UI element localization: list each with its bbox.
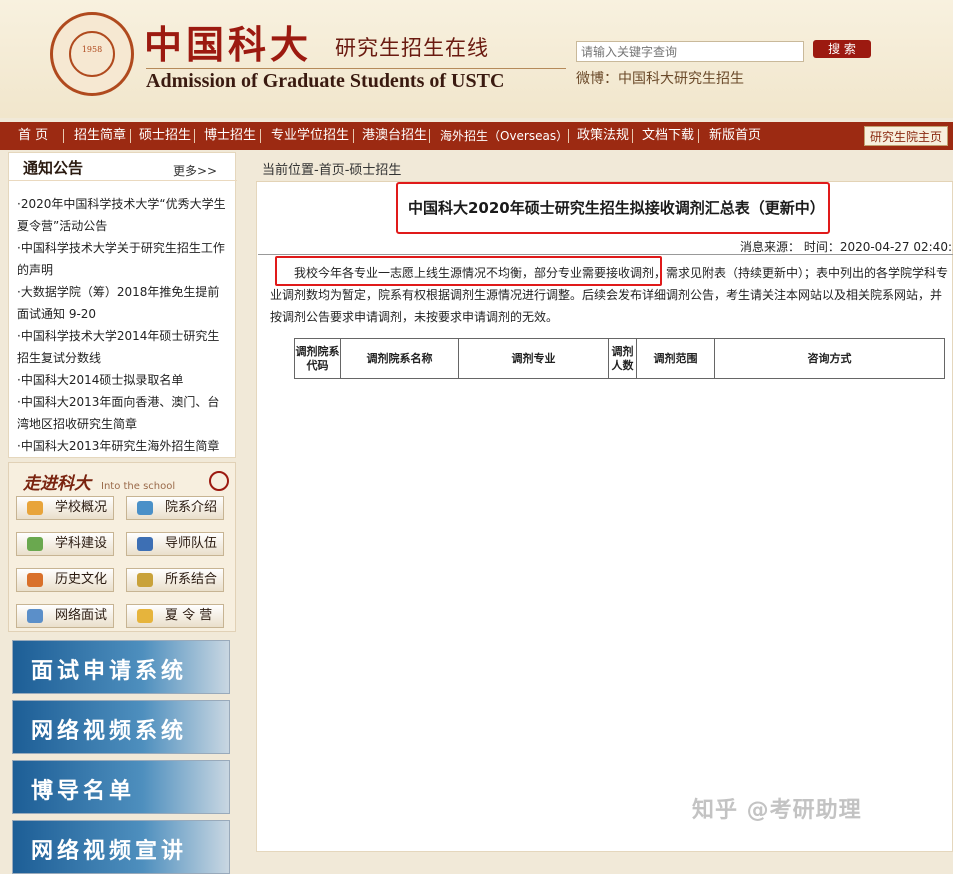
nav-overseas[interactable]: 海外招生（Overseas） [440,122,568,150]
col-major: 调剂专业 [458,338,609,379]
school-overview-button[interactable]: 学校概况 [16,496,114,520]
enter-school-title: 走进科大 [23,474,91,494]
departments-button[interactable]: 院系介绍 [126,496,224,520]
globe-icon [137,501,153,515]
notepad-icon [27,537,43,551]
ustc-logo[interactable]: 1958 [50,12,134,96]
notice-item[interactable]: ·中国科大2014硕士拟录取名单 [17,369,231,391]
col-scope: 调剂范围 [636,338,715,379]
logo-inner-ring [69,31,115,77]
monitor-icon [27,609,43,623]
article-title: 中国科大2020年硕士研究生招生拟接收调剂汇总表（更新中） [408,199,825,217]
seal-icon [209,471,229,491]
notice-item[interactable]: ·中国科大2013年研究生海外招生简章 [17,435,231,457]
weibo-link[interactable]: 微博：中国科大研究生招生 [576,68,744,88]
nav-separator [429,129,430,143]
discipline-button[interactable]: 学科建设 [16,532,114,556]
notice-item[interactable]: ·2020年中国科学技术大学“优秀大学生夏令营”活动公告 [17,193,231,237]
nav-separator [130,129,131,143]
summer-camp-button[interactable]: 夏 令 营 [126,604,224,628]
notice-item[interactable]: ·中国科学技术大学2014年硕士研究生招生复试分数线 [17,325,231,369]
board-icon [137,537,153,551]
intro-highlight-box [275,256,662,286]
breadcrumb: 当前位置-首页-硕士招生 [256,160,953,182]
online-interview-button[interactable]: 网络面试 [16,604,114,628]
site-subtitle-cn: 研究生招生在线 [335,36,489,60]
nav-separator [353,129,354,143]
meta-divider [258,254,953,255]
nav-separator [698,129,699,143]
button-label: 学校概况 [55,500,108,515]
interview-system-banner[interactable]: 面试申请系统 [12,640,230,694]
person-icon [27,501,43,515]
notice-item[interactable]: ·中国科学技术大学关于研究生招生工作的声明 [17,237,231,281]
col-code: 调剂院系代码 [294,338,341,379]
nav-hk-macao-taiwan[interactable]: 港澳台招生 [362,122,427,150]
notice-item[interactable]: ·大数据学院（筹）2018年推免生提前面试通知 9-20 [17,281,231,325]
col-count: 调剂人数 [608,338,637,379]
header-divider [146,68,566,69]
video-system-banner[interactable]: 网络视频系统 [12,700,230,754]
notice-title: 通知公告 [23,159,84,177]
button-label: 院系介绍 [165,500,218,515]
video-presentation-banner[interactable]: 网络视频宣讲 [12,820,230,874]
button-label: 导师队伍 [165,536,218,551]
faculty-button[interactable]: 导师队伍 [126,532,224,556]
nav-home[interactable]: 首 页 [18,122,48,150]
chart-icon [137,573,153,587]
nav-professional-degree[interactable]: 专业学位招生 [271,122,349,150]
article-title-box: 中国科大2020年硕士研究生招生拟接收调剂汇总表（更新中） [396,182,830,234]
notice-panel: 通知公告 更多>> ·2020年中国科学技术大学“优秀大学生夏令营”活动公告 ·… [8,152,237,458]
table-header-row: 调剂院系代码 调剂院系名称 调剂专业 调剂人数 调剂范围 咨询方式 [294,338,945,379]
col-contact: 咨询方式 [714,338,945,379]
network-icon [27,573,43,587]
logo-year: 1958 [81,45,103,54]
col-dept: 调剂院系名称 [340,338,459,379]
nav-admission-guide[interactable]: 招生简章 [74,122,126,150]
site-name-cn: 中国科大 [144,22,313,67]
notice-item[interactable]: ·中国科大2013年面向香港、澳门、台湾地区招收研究生简章 [17,391,231,435]
transfer-table: 调剂院系代码 调剂院系名称 调剂专业 调剂人数 调剂范围 咨询方式 [294,338,945,379]
button-label: 历史文化 [55,572,108,587]
supervisor-list-banner[interactable]: 博导名单 [12,760,230,814]
button-label: 学科建设 [55,536,108,551]
notice-more-link[interactable]: 更多>> [173,162,217,179]
nav-new-home[interactable]: 新版首页 [709,122,761,150]
main-nav: 首 页 招生简章 硕士招生 博士招生 专业学位招生 港澳台招生 海外招生（Ove… [0,122,953,150]
button-label: 所系结合 [165,572,218,587]
banner-label: 网络视频系统 [31,718,188,744]
notice-list: ·2020年中国科学技术大学“优秀大学生夏令营”活动公告 ·中国科学技术大学关于… [17,193,231,457]
nav-separator [568,129,569,143]
banner-label: 网络视频宣讲 [31,838,188,864]
watermark: 知乎 @考研助理 [692,798,862,823]
search-button[interactable]: 搜 索 [813,40,871,58]
button-label: 网络面试 [55,608,108,623]
notice-header: 通知公告 更多>> [9,153,237,181]
nav-policy[interactable]: 政策法规 [577,122,629,150]
nav-separator [63,129,64,143]
enter-school-subtitle: Into the school [101,481,176,492]
institute-collab-button[interactable]: 所系结合 [126,568,224,592]
nav-downloads[interactable]: 文档下载 [642,122,694,150]
banner-label: 面试申请系统 [31,658,188,684]
nav-phd-admission[interactable]: 博士招生 [204,122,256,150]
site-header: 1958 中国科大 研究生招生在线 Admission of Graduate … [0,0,953,118]
article-meta: 消息来源： 时间：2020-04-27 02:40:5 [740,240,953,254]
banner-label: 博导名单 [31,778,136,804]
site-name-en: Admission of Graduate Students of USTC [146,70,505,92]
nav-separator [632,129,633,143]
nav-separator [194,129,195,143]
nav-master-admission[interactable]: 硕士招生 [139,122,191,150]
nav-separator [260,129,261,143]
camp-icon [137,609,153,623]
button-label: 夏 令 营 [165,608,213,623]
history-button[interactable]: 历史文化 [16,568,114,592]
graduate-school-home-button[interactable]: 研究生院主页 [864,126,948,146]
search-input[interactable] [576,41,804,62]
